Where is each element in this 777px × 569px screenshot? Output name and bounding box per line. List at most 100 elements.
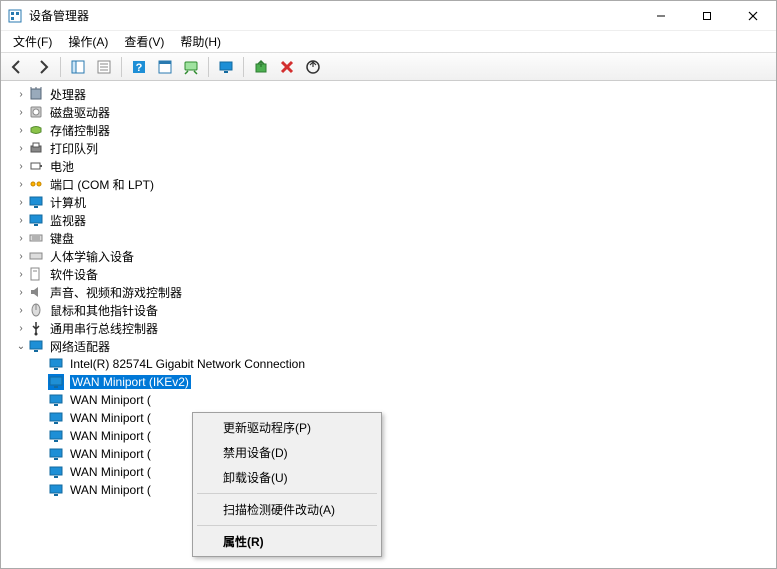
chevron-right-icon[interactable]: › [15, 125, 27, 136]
tree-item[interactable]: WAN Miniport ( [1, 427, 776, 445]
toolbar-monitor-button[interactable] [214, 56, 238, 78]
ctx-update-driver[interactable]: 更新驱动程序(P) [195, 415, 379, 440]
ctx-disable-device[interactable]: 禁用设备(D) [195, 440, 379, 465]
toolbar-action-button[interactable] [153, 56, 177, 78]
tree-item-label: WAN Miniport ( [70, 393, 151, 407]
toolbar-refresh-button[interactable] [179, 56, 203, 78]
chevron-right-icon[interactable]: › [15, 215, 27, 226]
tree-item-label: 通用串行总线控制器 [50, 320, 158, 337]
tree-item[interactable]: WAN Miniport ( [1, 409, 776, 427]
tree-item-label: Intel(R) 82574L Gigabit Network Connecti… [70, 357, 305, 371]
toolbar-showhide-button[interactable] [66, 56, 90, 78]
tree-item[interactable]: › 监视器 [1, 211, 776, 229]
tree-item[interactable]: ›计算机 [1, 193, 776, 211]
tree-item-label: 监视器 [50, 212, 86, 229]
tree-item[interactable]: WAN Miniport ( [1, 481, 776, 499]
tree-item-label: 人体学输入设备 [50, 248, 134, 265]
tree-item-label: 端口 (COM 和 LPT) [50, 176, 154, 193]
tree-item-label: 磁盘驱动器 [50, 104, 110, 121]
chevron-right-icon[interactable]: › [15, 269, 27, 280]
tree-item[interactable]: WAN Miniport ( [1, 445, 776, 463]
ctx-separator [197, 493, 377, 494]
tree-item[interactable]: ›鼠标和其他指针设备 [1, 301, 776, 319]
tree-item-label: WAN Miniport (IKEv2) [70, 375, 191, 389]
tree-item[interactable]: ›声音、视频和游戏控制器 [1, 283, 776, 301]
tree-item[interactable]: › 端口 (COM 和 LPT) [1, 175, 776, 193]
menu-action[interactable]: 操作(A) [60, 31, 116, 52]
network-adapter-icon [48, 410, 64, 426]
chevron-right-icon[interactable]: › [15, 323, 27, 334]
device-category-icon [28, 338, 44, 354]
chevron-right-icon[interactable]: › [15, 161, 27, 172]
device-category-icon [28, 248, 44, 264]
tree-item[interactable]: WAN Miniport ( [1, 391, 776, 409]
toolbar-forward-button[interactable] [31, 56, 55, 78]
svg-text:?: ? [136, 62, 143, 74]
chevron-right-icon[interactable]: › [15, 251, 27, 262]
chevron-right-icon[interactable]: › [15, 89, 27, 100]
network-adapter-icon [48, 392, 64, 408]
device-category-icon [28, 122, 44, 138]
ctx-scan-changes[interactable]: 扫描检测硬件改动(A) [195, 497, 379, 522]
toolbar-properties-button[interactable] [92, 56, 116, 78]
chevron-down-icon[interactable]: ⌄ [15, 341, 27, 352]
tree-item[interactable]: WAN Miniport ( [1, 463, 776, 481]
chevron-right-icon[interactable]: › [15, 287, 27, 298]
device-category-icon [28, 194, 44, 210]
device-category-icon [28, 176, 44, 192]
minimize-button[interactable] [638, 1, 684, 31]
tree-item-label: 打印队列 [50, 140, 98, 157]
context-menu: 更新驱动程序(P) 禁用设备(D) 卸载设备(U) 扫描检测硬件改动(A) 属性… [192, 412, 382, 557]
tree-item[interactable]: ›软件设备 [1, 265, 776, 283]
tree-item[interactable]: WAN Miniport (IKEv2) [1, 373, 776, 391]
menu-file[interactable]: 文件(F) [5, 31, 60, 52]
network-adapter-icon [48, 464, 64, 480]
device-tree[interactable]: ›处理器›磁盘驱动器›存储控制器›打印队列›电池›端口 (COM 和 LPT)›… [1, 81, 776, 568]
device-category-icon [28, 230, 44, 246]
toolbar-separator [243, 57, 244, 77]
toolbar-separator [60, 57, 61, 77]
menu-help[interactable]: 帮助(H) [172, 31, 229, 52]
chevron-right-icon[interactable]: › [15, 143, 27, 154]
ctx-properties[interactable]: 属性(R) [195, 529, 379, 554]
ctx-uninstall-device[interactable]: 卸载设备(U) [195, 465, 379, 490]
tree-item[interactable]: ›处理器 [1, 85, 776, 103]
tree-item[interactable]: ›键盘 [1, 229, 776, 247]
tree-item[interactable]: › 磁盘驱动器 [1, 103, 776, 121]
network-adapter-icon [48, 374, 64, 390]
chevron-right-icon[interactable]: › [15, 305, 27, 316]
window-title: 设备管理器 [29, 7, 638, 24]
toolbar-separator [121, 57, 122, 77]
maximize-button[interactable] [684, 1, 730, 31]
toolbar-separator [208, 57, 209, 77]
tree-item[interactable]: › 人体学输入设备 [1, 247, 776, 265]
tree-item[interactable]: › 通用串行总线控制器 [1, 319, 776, 337]
tree-item-label: 存储控制器 [50, 122, 110, 139]
chevron-right-icon[interactable]: › [15, 233, 27, 244]
network-adapter-icon [48, 356, 64, 372]
tree-item-label: WAN Miniport ( [70, 447, 151, 461]
tree-item-label: WAN Miniport ( [70, 483, 151, 497]
tree-item[interactable]: › 打印队列 [1, 139, 776, 157]
tree-item[interactable]: Intel(R) 82574L Gigabit Network Connecti… [1, 355, 776, 373]
toolbar-back-button[interactable] [5, 56, 29, 78]
device-category-icon [28, 302, 44, 318]
tree-item-label: 网络适配器 [50, 338, 110, 355]
tree-item[interactable]: › 电池 [1, 157, 776, 175]
chevron-right-icon[interactable]: › [15, 197, 27, 208]
device-category-icon [28, 86, 44, 102]
chevron-right-icon[interactable]: › [15, 179, 27, 190]
network-adapter-icon [48, 482, 64, 498]
toolbar-help-button[interactable]: ? [127, 56, 151, 78]
toolbar-scan-button[interactable] [301, 56, 325, 78]
menu-view[interactable]: 查看(V) [116, 31, 172, 52]
tree-item[interactable]: › 存储控制器 [1, 121, 776, 139]
toolbar-disable-button[interactable] [275, 56, 299, 78]
device-category-icon [28, 158, 44, 174]
chevron-right-icon[interactable]: › [15, 107, 27, 118]
close-button[interactable] [730, 1, 776, 31]
title-bar: 设备管理器 [1, 1, 776, 31]
toolbar-update-driver-button[interactable] [249, 56, 273, 78]
tree-item-label: 电池 [50, 158, 74, 175]
tree-item[interactable]: ⌄ 网络适配器 [1, 337, 776, 355]
